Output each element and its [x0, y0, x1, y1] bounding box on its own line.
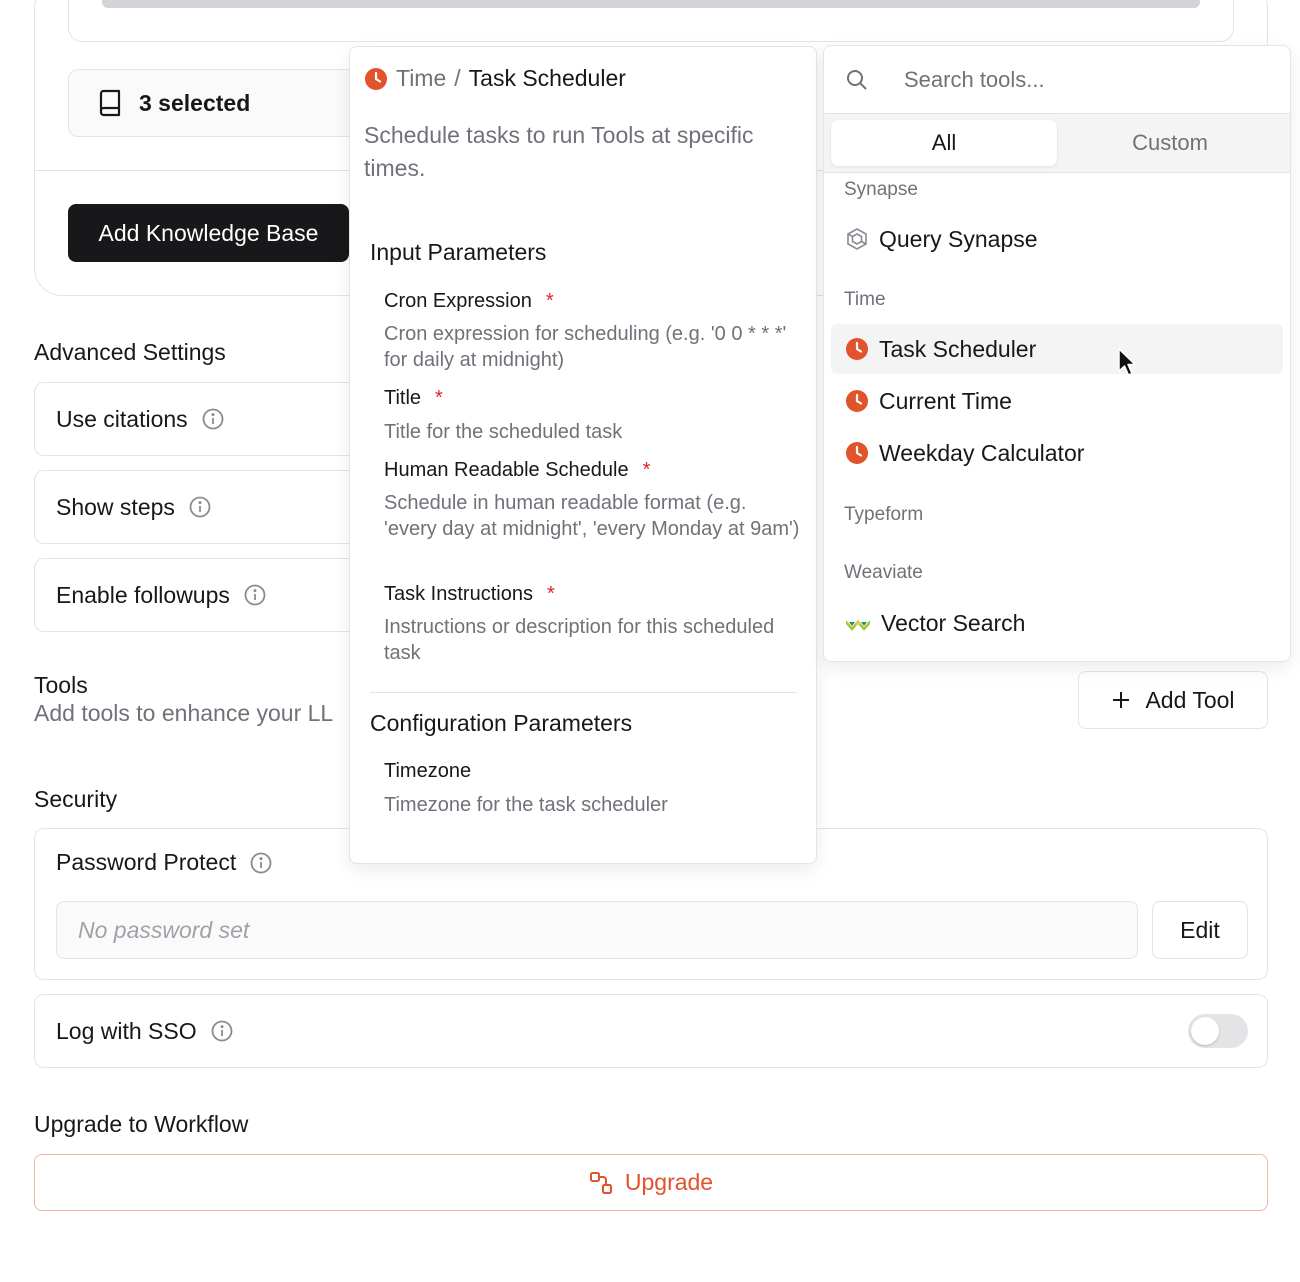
param-description: Title for the scheduled task — [384, 421, 623, 443]
password-placeholder: No password set — [78, 916, 250, 943]
tool-picker-popover: Search tools... All Custom Synapse Query… — [823, 45, 1291, 662]
info-icon[interactable] — [202, 408, 224, 430]
info-icon[interactable] — [211, 1020, 233, 1042]
selected-count: 3 selected — [139, 89, 251, 116]
edit-password-button[interactable]: Edit — [1152, 901, 1248, 959]
tab-all[interactable]: All — [831, 120, 1057, 166]
add-knowledge-base-button[interactable]: Add Knowledge Base — [68, 204, 349, 262]
setting-show-steps[interactable]: Show steps — [34, 470, 364, 544]
password-protect-header: Password Protect — [56, 849, 272, 876]
clock-icon — [846, 390, 868, 412]
param-label: Title — [384, 387, 422, 409]
info-icon[interactable] — [189, 496, 211, 518]
param-name: Timezone — [384, 760, 472, 782]
clock-icon — [846, 338, 868, 360]
param-name: Human Readable Schedule * — [384, 459, 650, 482]
password-protect-label: Password Protect — [56, 849, 237, 875]
tool-detail-popover: Time / Task Scheduler Schedule tasks to … — [349, 46, 817, 864]
tool-item-label: Current Time — [879, 387, 1012, 414]
synapse-icon — [847, 228, 867, 250]
book-icon — [99, 89, 121, 117]
tool-item-label: Task Scheduler — [879, 335, 1037, 362]
breadcrumb-separator: / — [454, 65, 461, 91]
info-icon[interactable] — [244, 584, 266, 606]
knowledge-selected-dropdown[interactable]: 3 selected — [68, 69, 378, 137]
param-label: Human Readable Schedule — [384, 459, 629, 481]
required-marker: * — [546, 583, 555, 605]
clock-icon — [846, 442, 868, 464]
weaviate-icon — [846, 620, 870, 631]
search-icon — [847, 69, 867, 90]
tool-item-label: Weekday Calculator — [879, 439, 1085, 466]
advanced-settings-heading: Advanced Settings — [34, 339, 226, 365]
tools-heading: Tools — [34, 672, 88, 698]
param-label: Task Instructions — [384, 583, 533, 605]
info-icon[interactable] — [250, 852, 272, 874]
group-title-synapse: Synapse — [844, 179, 918, 200]
breadcrumb-tool-name: Task Scheduler — [468, 65, 626, 91]
group-title-weaviate: Weaviate — [844, 562, 923, 583]
param-description: Schedule in human readable format (e.g. … — [384, 492, 800, 540]
horizontal-scrollbar[interactable] — [102, 0, 1200, 8]
divider — [370, 692, 797, 693]
param-name: Cron Expression * — [384, 290, 554, 313]
tool-item-label: Query Synapse — [879, 225, 1038, 252]
add-tool-button[interactable]: Add Tool — [1078, 671, 1268, 729]
param-description: Timezone for the task scheduler — [384, 794, 668, 816]
tool-item-task-scheduler[interactable]: Task Scheduler — [831, 324, 1283, 374]
required-marker: * — [545, 290, 554, 312]
param-name: Task Instructions * — [384, 583, 555, 606]
security-heading: Security — [34, 786, 118, 812]
setting-label: Show steps — [56, 493, 175, 520]
plus-icon — [1113, 692, 1130, 708]
breadcrumb-category: Time — [396, 65, 447, 91]
tool-item-current-time[interactable]: Current Time — [831, 376, 1283, 426]
configuration-parameters-heading: Configuration Parameters — [370, 710, 633, 736]
workflow-icon — [589, 1171, 612, 1194]
required-marker: * — [435, 387, 443, 409]
setting-use-citations[interactable]: Use citations — [34, 382, 364, 456]
param-description: Cron expression for scheduling (e.g. '0 … — [384, 323, 787, 371]
tools-subtitle: Add tools to enhance your LL — [34, 700, 334, 726]
group-title-typeform: Typeform — [844, 504, 924, 525]
tool-tabs: All Custom — [824, 113, 1290, 173]
param-description: Instructions or description for this sch… — [384, 616, 775, 664]
tool-item-vector-search[interactable]: Vector Search — [831, 598, 1283, 648]
setting-enable-followups[interactable]: Enable followups — [34, 558, 364, 632]
search-placeholder: Search tools... — [904, 66, 1045, 92]
tool-search-bar[interactable]: Search tools... — [824, 46, 1290, 113]
tool-item-label: Vector Search — [881, 609, 1026, 636]
sso-label: Log with SSO — [56, 1017, 197, 1044]
upgrade-button[interactable]: Upgrade — [34, 1154, 1268, 1211]
sso-toggle[interactable] — [1188, 1014, 1248, 1048]
param-name: Title * — [384, 387, 443, 410]
password-field[interactable]: No password set — [56, 901, 1138, 959]
upgrade-label: Upgrade — [624, 1169, 714, 1195]
input-parameters-heading: Input Parameters — [370, 239, 547, 265]
add-tool-label: Add Tool — [1145, 686, 1235, 713]
tab-custom[interactable]: Custom — [1057, 120, 1283, 166]
tool-item-query-synapse[interactable]: Query Synapse — [831, 214, 1283, 264]
tool-detail-breadcrumb: Time / Task Scheduler — [364, 65, 626, 92]
mouse-cursor-icon — [1118, 348, 1136, 376]
group-title-time: Time — [844, 289, 886, 310]
sso-card: Log with SSO — [34, 994, 1268, 1068]
tool-item-weekday-calculator[interactable]: Weekday Calculator — [831, 428, 1283, 478]
upgrade-heading: Upgrade to Workflow — [34, 1111, 249, 1137]
required-marker: * — [642, 459, 651, 481]
setting-label: Use citations — [56, 405, 188, 432]
setting-label: Enable followups — [56, 581, 230, 608]
tool-description: Schedule tasks to run Tools at specific … — [364, 122, 754, 181]
clock-icon — [365, 67, 387, 90]
toggle-knob — [1191, 1017, 1219, 1045]
param-label: Cron Expression — [384, 290, 532, 312]
